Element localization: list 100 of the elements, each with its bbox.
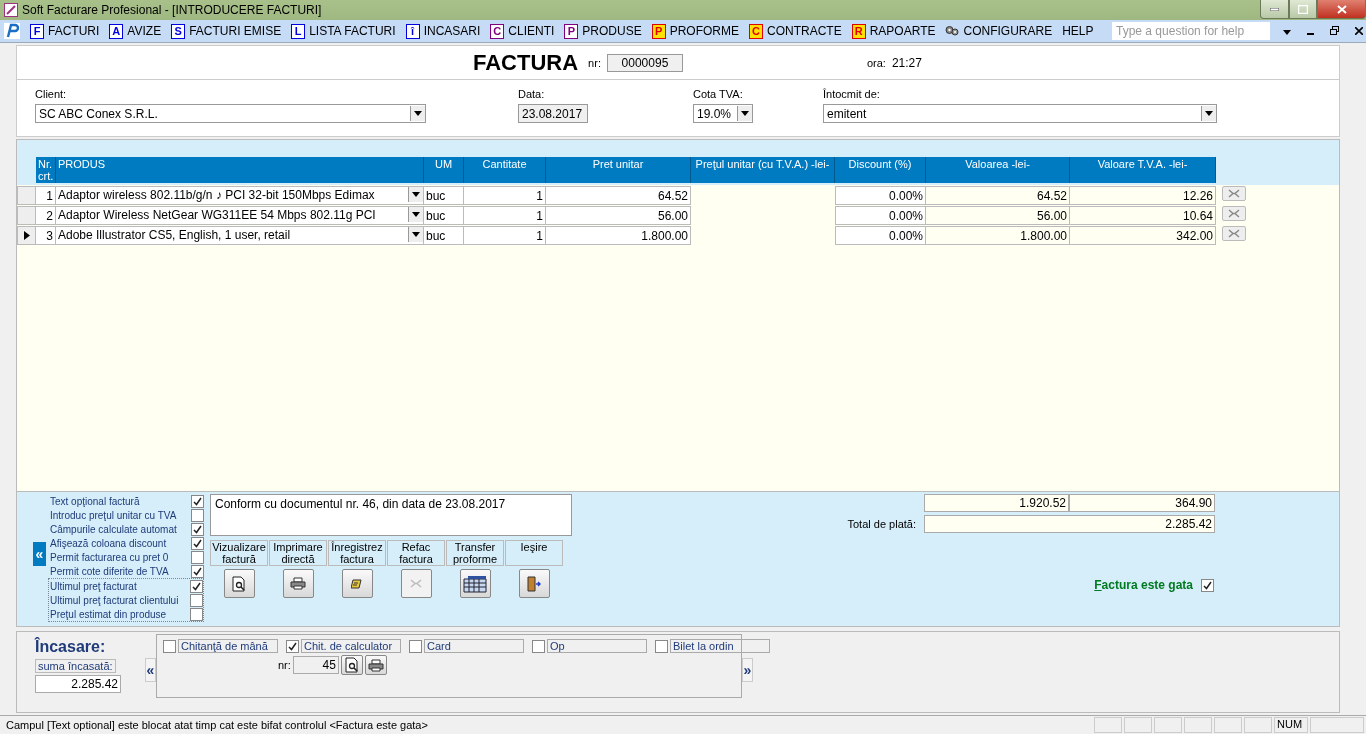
table-cell: buc [424, 186, 464, 205]
checkbox[interactable] [190, 607, 203, 621]
invoice-number-field[interactable]: 0000095 [606, 53, 683, 72]
checkbox[interactable] [191, 494, 204, 508]
checkbox[interactable] [191, 550, 204, 564]
close-button[interactable] [1317, 0, 1366, 19]
menu-letter-icon: î [405, 23, 420, 39]
option-label: Ultimul preţ facturat clientului [50, 594, 179, 606]
caret-icon [412, 232, 420, 237]
menu-item[interactable]: S FACTURI EMISE [171, 23, 282, 39]
collapse-button[interactable]: « [33, 542, 46, 566]
field-label: Întocmit de: [823, 88, 881, 100]
print-button[interactable] [364, 655, 387, 675]
menu-item[interactable]: C CLIENTI [490, 23, 555, 39]
checkbox[interactable] [190, 579, 203, 593]
delete-row-button[interactable] [1222, 226, 1246, 241]
gear-icon [945, 25, 960, 37]
restore-icon[interactable] [1327, 24, 1342, 38]
action-label: Imprimare directă [269, 540, 327, 566]
table-cell: 1.800.00 [926, 226, 1070, 245]
total-label: Total de plată: [847, 518, 916, 530]
field-label: Data: [518, 88, 546, 100]
dropdown-field[interactable]: emitent [823, 104, 1217, 123]
checkbox[interactable] [163, 639, 176, 653]
table-cell: 0.00% [835, 186, 926, 205]
checkbox[interactable] [286, 639, 299, 653]
time-text: 21:27 [891, 55, 922, 70]
table-cell: 0.00% [835, 206, 926, 225]
menu-item[interactable]: î INCASARI [405, 23, 481, 39]
minimize-button[interactable] [1260, 0, 1289, 19]
status-message: Campul [Text optional] este blocat atat timp cat este bifat controlul <Factura este gata> [6, 719, 429, 731]
checkbox[interactable] [191, 508, 204, 522]
table-cell: 342.00 [1070, 226, 1216, 245]
menu-item[interactable]: P PRODUSE [564, 23, 642, 39]
receipt-number-field[interactable]: 45 [292, 656, 339, 674]
help-search-field[interactable]: Type a question for help [1112, 22, 1270, 40]
menu-item[interactable]: F FACTURI [30, 23, 100, 39]
status-panel [1184, 717, 1212, 733]
checkbox[interactable] [190, 593, 203, 607]
checkbox[interactable] [191, 536, 204, 550]
menu-item[interactable]: R RAPOARTE [851, 23, 936, 39]
amount-field[interactable]: 2.285.42 [35, 675, 121, 693]
menu-item[interactable]: CONFIGURARE [945, 24, 1053, 38]
dropdown-field[interactable]: SC ABC Conex S.R.L. [35, 104, 426, 123]
checkbox[interactable] [409, 639, 422, 653]
date-field[interactable]: 23.08.2017 [518, 104, 588, 123]
option-label: Permit cote diferite de TVA [50, 565, 169, 577]
checkbox[interactable] [655, 639, 668, 653]
amount-label: suma încasată: [35, 659, 116, 673]
status-panel [1154, 717, 1182, 733]
checkbox[interactable] [191, 522, 204, 536]
note-field[interactable]: Conform cu documentul nr. 46, din data de 23.08.2017 [210, 494, 572, 536]
table-cell: 10.64 [1070, 206, 1216, 225]
table-cell: 1 [36, 186, 56, 205]
action-button[interactable] [282, 569, 314, 598]
maximize-button[interactable] [1289, 0, 1317, 19]
menu-item[interactable]: A AVIZE [109, 23, 162, 39]
menu-item[interactable]: P PROFORME [651, 23, 739, 39]
app-icon [4, 3, 18, 17]
delete-row-button[interactable] [1222, 186, 1246, 201]
checkbox[interactable] [1201, 578, 1214, 592]
delete-row-button[interactable] [1222, 206, 1246, 221]
action-button[interactable] [459, 569, 491, 598]
dropdown-field[interactable]: 19.0% [693, 104, 753, 123]
menu-letter-icon: A [109, 23, 124, 39]
table-cell: 64.52 [546, 186, 691, 205]
option-label: Introduc preţul unitar cu TVA [50, 509, 177, 521]
pointer-icon [23, 231, 30, 240]
product-dropdown[interactable]: Adobe Illustrator CS5, English, 1 user, retail [56, 226, 424, 245]
ready-label: Factura este gata [1094, 578, 1193, 592]
product-dropdown[interactable]: Adaptor Wireless NetGear WG311EE 54 Mbps 802.11g PCI [56, 206, 424, 225]
app-logo-icon [4, 23, 20, 39]
payment-type-label: Card [424, 639, 524, 653]
action-button[interactable] [223, 569, 255, 598]
option-label: Text opţional factură [50, 495, 140, 507]
scissors-icon [410, 579, 422, 588]
maximize-icon [1298, 4, 1308, 14]
previous-button[interactable]: « [145, 658, 156, 682]
scissors-icon [1228, 189, 1240, 198]
product-dropdown[interactable]: Adaptor wireless 802.11b/g/n ♪ PCI 32-bit 150Mbps Edimax [56, 186, 424, 205]
menu-item[interactable]: L LISTA FACTURI [291, 23, 396, 39]
action-button[interactable] [518, 569, 550, 598]
preview-button[interactable] [340, 655, 363, 675]
close-icon[interactable] [1352, 24, 1366, 38]
checkbox[interactable] [532, 639, 545, 653]
caret-icon [1205, 111, 1213, 116]
table-cell: buc [424, 206, 464, 225]
menu-item[interactable]: HELP [1062, 24, 1094, 38]
door-icon [527, 575, 541, 592]
table-cell: 2 [36, 206, 56, 225]
next-button[interactable]: » [742, 658, 753, 682]
grand-total-field: 2.285.42 [924, 515, 1215, 533]
row-selector[interactable] [17, 226, 36, 245]
preview-icon [232, 575, 246, 592]
invoice-title: FACTURA [473, 49, 579, 76]
total-vat-field: 364.90 [1069, 494, 1215, 512]
column-header: Valoare T.V.A. -lei- [1070, 157, 1216, 183]
checkbox[interactable] [191, 564, 204, 578]
number-label: nr: [278, 659, 291, 671]
menu-item[interactable]: C CONTRACTE [749, 23, 842, 39]
